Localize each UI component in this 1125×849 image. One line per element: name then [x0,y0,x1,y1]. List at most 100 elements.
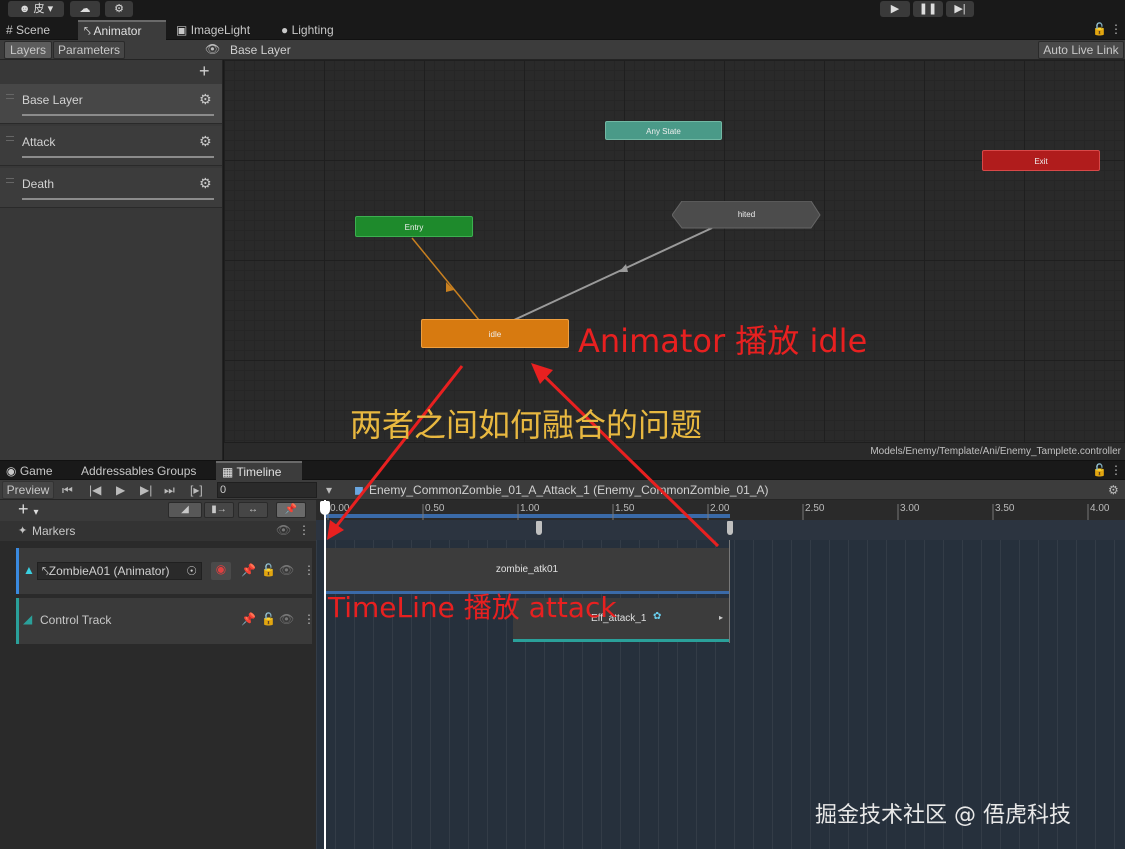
marker-handle[interactable] [536,521,542,535]
tab-timeline[interactable]: ▦ Timeline [216,461,302,481]
lock-icon[interactable]: 🔓 [261,612,276,626]
tab-game[interactable]: ◉ Game [0,461,70,481]
control-track-header[interactable]: ◢ Control Track 📌 🔓 👁 ⋮ [16,598,315,644]
markers-lane[interactable] [316,520,1125,540]
previous-frame-icon[interactable]: |◀ [89,483,101,497]
add-layer-icon[interactable]: + [199,61,210,82]
tab-label: Game [19,464,53,478]
end-marker-handle[interactable] [727,521,733,535]
ruler-label: 3.00 [900,503,920,514]
clip-edit-mode-button[interactable]: ◢ [168,502,202,518]
markers-label: Markers [32,524,76,538]
layer-name: Death [22,177,55,191]
layer-base-layer[interactable]: Base Layer ⚙ [0,84,222,124]
lock-icon[interactable]: 🔓 [1092,22,1107,36]
gamepad-icon: ◉ [6,464,17,478]
eye-icon[interactable]: 👁 [276,523,291,537]
drag-handle-icon[interactable] [6,94,14,99]
add-track-button[interactable]: + ▾ [18,499,39,520]
preview-button[interactable]: Preview [2,481,54,499]
more-icon[interactable]: ⋮ [1110,22,1122,36]
pin-icon[interactable]: 📌 [241,612,256,626]
more-icon[interactable]: ⋮ [298,523,310,537]
eye-icon[interactable]: 👁 [279,612,294,626]
hited-node[interactable]: hited [682,201,811,229]
gear-icon[interactable]: ⚙ [1108,483,1119,497]
pin-button[interactable]: 📌 [276,502,306,518]
chevron-down-icon: ▾ [47,3,54,15]
gear-icon[interactable]: ⚙ [199,175,212,192]
exit-node[interactable]: Exit [982,150,1100,171]
next-frame-icon[interactable]: ▶| [140,483,152,497]
pin-icon[interactable]: 📌 [241,563,256,577]
go-to-start-icon[interactable]: ⏮ [62,483,73,498]
snap-icon: ▮→ [211,504,227,515]
ripple-icon: ↔ [248,504,258,515]
pause-button[interactable]: ❚❚ [913,1,943,17]
any-state-node[interactable]: Any State [605,121,722,140]
loop-icon[interactable]: [▸] [190,483,203,497]
layer-attack[interactable]: Attack ⚙ [0,126,222,166]
timeline-asset-name[interactable]: Enemy_CommonZombie_01_A_Attack_1 (Enemy_… [369,483,769,497]
entry-node[interactable]: Entry [355,216,473,237]
animator-track-header[interactable]: ▲ ⤣ZombieA01 (Animator) ☉ ◉ 📌 🔓 👁 ⋮ [16,548,315,594]
more-icon[interactable]: ⋮ [1110,463,1122,477]
account-icon: ☻ [18,3,31,15]
play-button[interactable]: ▶ [880,1,910,17]
frame-field[interactable] [217,482,317,498]
playhead-handle[interactable] [320,501,330,515]
step-button[interactable]: ▶| [946,1,974,17]
marker-icon: ✦ [18,525,28,537]
tab-lighting[interactable]: ● Lighting [275,20,360,40]
grid-icon: # [6,23,13,37]
tab-scene[interactable]: # Scene [0,20,70,40]
tab-label: Scene [16,23,51,37]
more-icon[interactable]: ⋮ [303,563,315,577]
drag-handle-icon[interactable] [6,136,14,141]
lock-icon[interactable]: 🔓 [1092,463,1107,477]
node-label: hited [737,210,756,219]
auto-live-link-button[interactable]: Auto Live Link [1038,41,1124,59]
gear-icon[interactable]: ⚙ [199,91,212,108]
cloud-button[interactable]: ☁ [70,1,100,17]
ruler-label: 1.00 [520,503,540,514]
tab-addressables-groups[interactable]: Addressables Groups [75,461,210,481]
animator-graph[interactable]: Any State Exit Entry hited idle [224,60,1125,442]
more-icon[interactable]: ⋮ [303,612,315,626]
tab-label: ImageLight [190,23,251,37]
transition-lines [411,227,713,321]
play-icon[interactable]: ▶ [116,483,125,497]
eye-icon[interactable]: 👁 [205,42,220,56]
go-to-end-icon[interactable]: ⏭ [164,483,175,498]
ruler-label: 3.50 [995,503,1015,514]
eye-icon[interactable]: 👁 [279,563,294,577]
animator-binding-field[interactable]: ⤣ZombieA01 (Animator) ☉ [37,562,202,580]
tab-imagelight[interactable]: ▣ ImageLight [170,20,270,40]
account-dropdown[interactable]: ☻ 皮 ▾ [8,1,64,17]
drag-handle-icon[interactable] [6,178,14,183]
markers-row[interactable]: ✦ Markers 👁 ⋮ [0,521,316,541]
record-button[interactable]: ◉ [211,562,231,580]
snap-button[interactable]: ▮→ [204,502,234,518]
layer-death[interactable]: Death ⚙ [0,168,222,208]
time-ruler[interactable]: 0.00 0.50 1.00 1.50 2.00 2.50 3.00 3.50 … [316,500,1125,520]
parameters-tab[interactable]: Parameters [53,41,125,59]
ruler-label: 2.00 [710,503,730,514]
layer-weight-bar [22,198,214,200]
image-icon: ▣ [176,23,188,37]
layers-tab[interactable]: Layers [4,41,52,59]
cube-icon: ◼ [354,483,364,497]
idle-node[interactable]: idle [421,319,569,348]
chevron-right-icon: ▸ [719,613,724,622]
target-icon[interactable]: ☉ [186,564,197,578]
playhead[interactable] [324,500,326,849]
services-button[interactable]: ⚙ [105,1,133,17]
animator-icon: ⤣ [42,564,49,578]
breadcrumb[interactable]: Base Layer [230,43,291,57]
annotation-timeline: TimeLine 播放 attack [328,591,617,624]
ripple-button[interactable]: ↔ [238,502,268,518]
tab-animator[interactable]: ⤣ Animator [78,20,166,40]
gear-icon[interactable]: ⚙ [199,133,212,150]
chevron-down-icon[interactable]: ▾ [326,483,332,497]
lock-icon[interactable]: 🔓 [261,563,276,577]
